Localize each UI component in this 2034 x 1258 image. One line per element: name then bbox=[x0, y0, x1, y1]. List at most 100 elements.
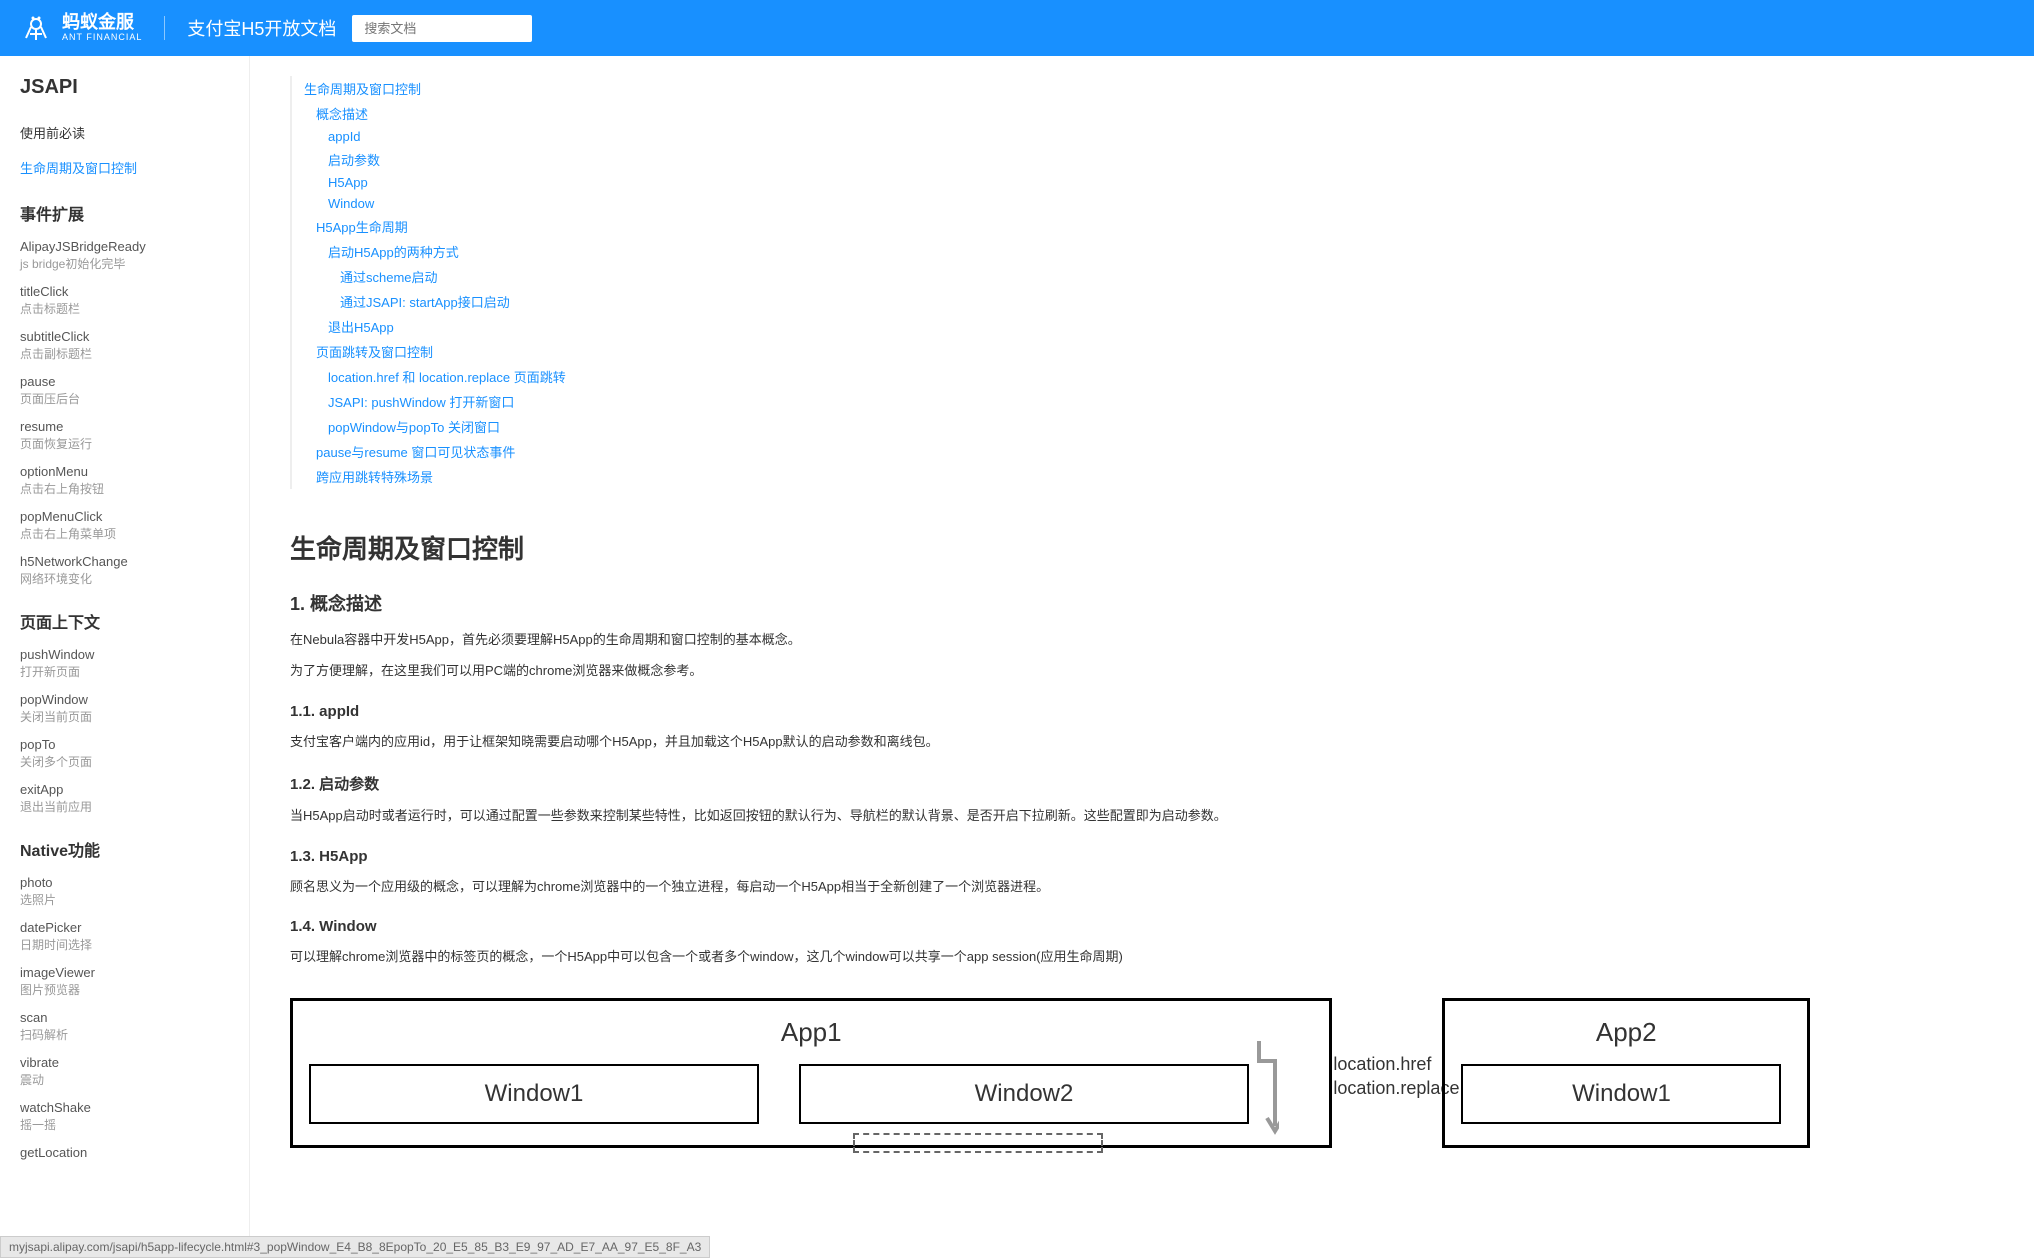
sidebar-api-item[interactable]: popTo关闭多个页面 bbox=[0, 731, 249, 776]
sidebar-api-name: vibrate bbox=[20, 1055, 229, 1070]
sidebar-item[interactable]: 使用前必读 bbox=[0, 115, 249, 150]
sidebar-api-desc: 震动 bbox=[20, 1071, 229, 1088]
sidebar-api-desc: 扫码解析 bbox=[20, 1026, 229, 1043]
sidebar-api-desc: 打开新页面 bbox=[20, 663, 229, 680]
toc-item[interactable]: 概念描述 bbox=[292, 101, 1810, 126]
sidebar-api-item[interactable]: pushWindow打开新页面 bbox=[0, 641, 249, 686]
subsection-heading: 1.4. Window bbox=[290, 918, 1810, 935]
sidebar-api-name: popWindow bbox=[20, 692, 229, 707]
sidebar-api-item[interactable]: photo选照片 bbox=[0, 869, 249, 914]
sidebar-api-name: popTo bbox=[20, 737, 229, 752]
sidebar-api-item[interactable]: optionMenu点击右上角按钮 bbox=[0, 458, 249, 503]
subsection-heading: 1.3. H5App bbox=[290, 848, 1810, 865]
top-header: 蚂蚁金服 ANT FINANCIAL 支付宝H5开放文档 bbox=[0, 0, 2034, 56]
sidebar-title: JSAPI bbox=[0, 76, 249, 115]
toc-item[interactable]: 通过scheme启动 bbox=[292, 264, 1810, 289]
paragraph: 当H5App启动时或者运行时，可以通过配置一些参数来控制某些特性，比如返回按钮的… bbox=[290, 804, 1810, 827]
toc-item[interactable]: location.href 和 location.replace 页面跳转 bbox=[292, 364, 1810, 389]
sidebar-api-item[interactable]: scan扫码解析 bbox=[0, 1004, 249, 1049]
paragraph: 顾名思义为一个应用级的概念，可以理解为chrome浏览器中的一个独立进程，每启动… bbox=[290, 875, 1810, 898]
toc-item[interactable]: 启动H5App的两种方式 bbox=[292, 239, 1810, 264]
sidebar-api-desc: 点击标题栏 bbox=[20, 300, 229, 317]
sidebar-api-item[interactable]: datePicker日期时间选择 bbox=[0, 914, 249, 959]
sidebar-api-desc: 摇一摇 bbox=[20, 1116, 229, 1133]
doc-title: 支付宝H5开放文档 bbox=[187, 15, 336, 41]
toc-item[interactable]: 启动参数 bbox=[292, 147, 1810, 172]
sidebar-api-name: imageViewer bbox=[20, 965, 229, 980]
sidebar-api-desc: 选照片 bbox=[20, 891, 229, 908]
toc-item[interactable]: pause与resume 窗口可见状态事件 bbox=[292, 439, 1810, 464]
sidebar-api-desc: 点击右上角菜单项 bbox=[20, 525, 229, 542]
sidebar-api-item[interactable]: watchShake摇一摇 bbox=[0, 1094, 249, 1139]
arrow-down-icon bbox=[1255, 1041, 1279, 1141]
sidebar-item[interactable]: 生命周期及窗口控制 bbox=[0, 150, 249, 185]
sidebar-api-name: AlipayJSBridgeReady bbox=[20, 239, 229, 254]
app1-title: App1 bbox=[309, 1017, 1313, 1048]
sidebar-api-name: subtitleClick bbox=[20, 329, 229, 344]
sidebar-api-name: datePicker bbox=[20, 920, 229, 935]
sidebar-api-desc: 图片预览器 bbox=[20, 981, 229, 998]
sidebar: JSAPI 使用前必读生命周期及窗口控制 事件扩展AlipayJSBridgeR… bbox=[0, 56, 250, 1258]
app2-box: App2 Window1 bbox=[1442, 998, 1810, 1148]
toc-item[interactable]: Window bbox=[292, 193, 1810, 214]
logo-sub-text: ANT FINANCIAL bbox=[62, 33, 142, 43]
sidebar-api-desc: 点击右上角按钮 bbox=[20, 480, 229, 497]
window2-box: Window2 bbox=[799, 1064, 1249, 1124]
sidebar-api-name: exitApp bbox=[20, 782, 229, 797]
app1-box: App1 Window1 Window2 location.href locat… bbox=[290, 998, 1332, 1148]
sidebar-api-desc: 网络环境变化 bbox=[20, 570, 229, 587]
diagram: App1 Window1 Window2 location.href locat… bbox=[290, 998, 1810, 1148]
sidebar-api-name: popMenuClick bbox=[20, 509, 229, 524]
sidebar-api-item[interactable]: popWindow关闭当前页面 bbox=[0, 686, 249, 731]
paragraph: 可以理解chrome浏览器中的标签页的概念，一个H5App中可以包含一个或者多个… bbox=[290, 945, 1810, 968]
sidebar-api-item[interactable]: vibrate震动 bbox=[0, 1049, 249, 1094]
sidebar-api-item[interactable]: getLocation bbox=[0, 1139, 249, 1167]
sidebar-api-desc: 点击副标题栏 bbox=[20, 345, 229, 362]
paragraph: 支付宝客户端内的应用id，用于让框架知晓需要启动哪个H5App，并且加载这个H5… bbox=[290, 730, 1810, 753]
sidebar-api-name: optionMenu bbox=[20, 464, 229, 479]
sidebar-api-desc: 页面恢复运行 bbox=[20, 435, 229, 452]
search-input[interactable] bbox=[352, 15, 532, 42]
sidebar-api-name: photo bbox=[20, 875, 229, 890]
logo-main-text: 蚂蚁金服 bbox=[62, 13, 142, 33]
paragraph: 在Nebula容器中开发H5App，首先必须要理解H5App的生命周期和窗口控制… bbox=[290, 628, 1810, 651]
sidebar-api-desc: 页面压后台 bbox=[20, 390, 229, 407]
toc-item[interactable]: H5App生命周期 bbox=[292, 214, 1810, 239]
sidebar-api-name: getLocation bbox=[20, 1145, 229, 1160]
sidebar-api-name: watchShake bbox=[20, 1100, 229, 1115]
table-of-contents: 生命周期及窗口控制概念描述appId启动参数H5AppWindowH5App生命… bbox=[290, 76, 1810, 489]
location-replace-label: location.replace bbox=[1333, 1077, 1459, 1100]
sidebar-api-desc: 关闭当前页面 bbox=[20, 708, 229, 725]
toc-item[interactable]: 跨应用跳转特殊场景 bbox=[292, 464, 1810, 489]
sidebar-api-item[interactable]: h5NetworkChange网络环境变化 bbox=[0, 548, 249, 593]
sidebar-api-item[interactable]: pause页面压后台 bbox=[0, 368, 249, 413]
sidebar-api-item[interactable]: titleClick点击标题栏 bbox=[0, 278, 249, 323]
sidebar-api-item[interactable]: AlipayJSBridgeReadyjs bridge初始化完毕 bbox=[0, 233, 249, 278]
sidebar-api-item[interactable]: exitApp退出当前应用 bbox=[0, 776, 249, 821]
sidebar-api-item[interactable]: popMenuClick点击右上角菜单项 bbox=[0, 503, 249, 548]
sidebar-api-item[interactable]: resume页面恢复运行 bbox=[0, 413, 249, 458]
sidebar-api-desc: js bridge初始化完毕 bbox=[20, 255, 229, 272]
sidebar-api-desc: 关闭多个页面 bbox=[20, 753, 229, 770]
paragraph: 为了方便理解，在这里我们可以用PC端的chrome浏览器来做概念参考。 bbox=[290, 659, 1810, 682]
sidebar-api-desc: 退出当前应用 bbox=[20, 798, 229, 815]
toc-item[interactable]: 生命周期及窗口控制 bbox=[292, 76, 1810, 101]
toc-item[interactable]: 通过JSAPI: startApp接口启动 bbox=[292, 289, 1810, 314]
sidebar-api-item[interactable]: imageViewer图片预览器 bbox=[0, 959, 249, 1004]
section-heading: 1. 概念描述 bbox=[290, 590, 1810, 616]
toc-item[interactable]: 退出H5App bbox=[292, 314, 1810, 339]
browser-status-bar: myjsapi.alipay.com/jsapi/h5app-lifecycle… bbox=[0, 1236, 710, 1258]
toc-item[interactable]: H5App bbox=[292, 172, 1810, 193]
location-labels: location.href location.replace bbox=[1333, 1053, 1459, 1100]
toc-item[interactable]: popWindow与popTo 关闭窗口 bbox=[292, 414, 1810, 439]
sidebar-api-item[interactable]: subtitleClick点击副标题栏 bbox=[0, 323, 249, 368]
subsection-heading: 1.2. 启动参数 bbox=[290, 773, 1810, 794]
toc-item[interactable]: appId bbox=[292, 126, 1810, 147]
toc-item[interactable]: 页面跳转及窗口控制 bbox=[292, 339, 1810, 364]
ant-logo-icon bbox=[20, 12, 52, 44]
toc-item[interactable]: JSAPI: pushWindow 打开新窗口 bbox=[292, 389, 1810, 414]
sidebar-section-title: Native功能 bbox=[0, 821, 249, 869]
main-content: 生命周期及窗口控制概念描述appId启动参数H5AppWindowH5App生命… bbox=[250, 56, 1850, 1258]
sidebar-api-name: resume bbox=[20, 419, 229, 434]
sidebar-section-title: 事件扩展 bbox=[0, 185, 249, 233]
